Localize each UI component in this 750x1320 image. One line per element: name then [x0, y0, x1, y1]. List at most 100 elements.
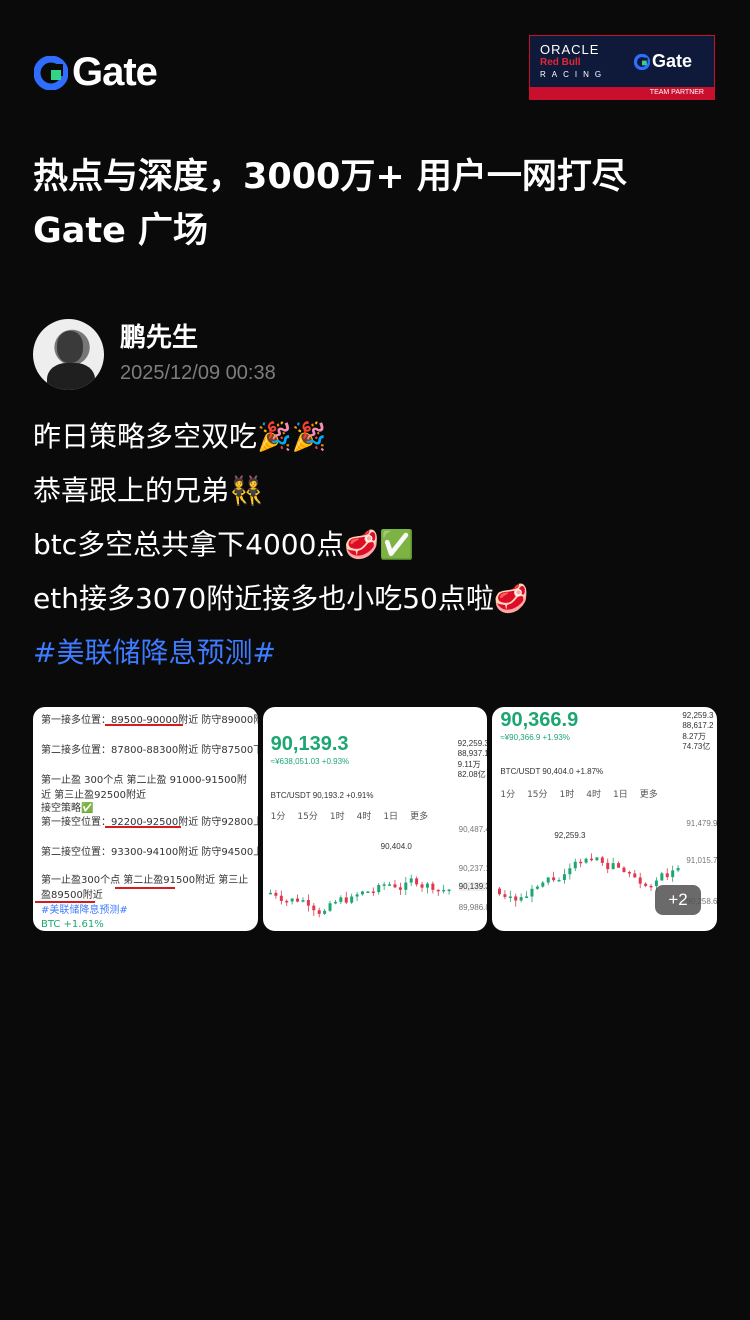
candle-body — [552, 877, 556, 881]
candle-body — [393, 884, 397, 888]
candle-body — [274, 892, 278, 896]
thumb1-btc: BTC +1.61% — [41, 919, 104, 930]
candle-body — [414, 878, 418, 885]
red-underline — [105, 826, 181, 828]
candle-body — [509, 896, 513, 898]
red-underline — [105, 724, 183, 726]
tab: 15分 — [527, 790, 548, 800]
image-thumb-2[interactable]: 90,139.3 ≈¥638,051.03 +0.93% 92,259.3 88… — [262, 707, 488, 931]
red-underline — [35, 901, 95, 903]
red-underline — [115, 887, 175, 889]
candle-body — [519, 897, 523, 901]
candle-body — [530, 888, 534, 897]
thumb1-line: 第二接空位置：93300-94100附近 防守94500上方 — [41, 847, 258, 858]
more-images-badge[interactable]: +2 — [655, 885, 702, 915]
candle-body — [387, 884, 391, 886]
logo-text: Gate — [72, 50, 158, 94]
image-thumb-3[interactable]: 90,366.9 ≈¥90,366.9 +1.93% 92,259.3 88,6… — [492, 707, 718, 931]
thumb2-pair: BTC/USDT 90,193.2 +0.91% — [270, 791, 374, 800]
headline-line1: 热点与深度，3000万+ 用户一网打尽 — [33, 157, 627, 197]
candle-body — [595, 857, 599, 861]
candle-body — [349, 896, 353, 903]
candle-body — [547, 877, 551, 883]
avatar[interactable] — [33, 319, 104, 390]
tab: 1分 — [270, 812, 286, 822]
author-name[interactable]: 鹏先生 — [120, 317, 198, 354]
candle-body — [628, 872, 632, 874]
thumb1-line: 第二接多位置：87800-88300附近 防守87500下方 — [41, 745, 258, 756]
image-gallery: 第一接多位置：89500-90000附近 防守89000附近 第二接多位置：87… — [33, 707, 718, 931]
candle-body — [611, 863, 615, 870]
avatar-body — [47, 363, 95, 390]
candle-body — [420, 884, 424, 888]
thumb1-line: 第一止盈300个点 第二止盈91500附近 第三止盈89500附近 — [41, 875, 249, 901]
avatar-face — [57, 331, 83, 363]
candle-body — [660, 873, 664, 881]
candle-body — [317, 910, 321, 914]
hashtag-link[interactable]: #美联储降息预测# — [33, 626, 529, 680]
headline: 热点与深度，3000万+ 用户一网打尽 Gate 广场 — [33, 150, 723, 258]
gate-logo: Gate — [34, 50, 158, 95]
redbull-text: Red Bull — [540, 57, 581, 68]
thumb3-vol2: 74.73亿 — [682, 742, 711, 751]
candle-body — [344, 897, 348, 903]
racing-text: RACING — [540, 70, 608, 79]
tab: 1分 — [500, 790, 516, 800]
candle-body — [311, 905, 315, 911]
candle-body — [268, 892, 272, 895]
candle-body — [376, 884, 380, 893]
candle-body — [503, 894, 507, 897]
candle-body — [328, 903, 332, 911]
thumb2-axis: 90,487.4 — [458, 825, 488, 834]
thumb3-high: 92,259.3 — [682, 711, 714, 720]
post-date: 2025/12/09 00:38 — [120, 362, 276, 384]
tab: 1日 — [613, 790, 628, 800]
candle-body — [301, 900, 305, 902]
candle-body — [536, 886, 540, 889]
candle-body — [409, 878, 413, 883]
candle-body — [541, 882, 545, 887]
candle-body — [622, 867, 626, 873]
candle-body — [579, 861, 583, 864]
thumb3-tabs: 1分 15分 1时 4时 1日 更多 — [500, 787, 657, 800]
candle-body — [339, 897, 343, 902]
partner-gate-logo: Gate — [634, 51, 692, 72]
thumb2-vol2: 82.08亿 — [457, 770, 486, 779]
candle-body — [447, 889, 451, 892]
candle-body — [436, 889, 440, 892]
thumb3-price: 90,366.9 — [500, 709, 579, 731]
thumb2-sub: ≈¥638,051.03 +0.93% — [270, 757, 350, 766]
candle-body — [644, 883, 648, 886]
candle-body — [557, 880, 561, 882]
oracle-text: ORACLE — [540, 42, 600, 57]
tab: 更多 — [410, 812, 429, 822]
tab: 4时 — [586, 790, 601, 800]
candle-body — [290, 898, 294, 902]
headline-line2: Gate 广场 — [33, 211, 209, 251]
candle-body — [398, 887, 402, 890]
candle-body — [498, 888, 502, 895]
thumb1-hashtag: #美联储降息预测# — [41, 905, 128, 916]
tab: 4时 — [356, 812, 372, 822]
candle-body — [649, 885, 653, 888]
candle-body — [403, 882, 407, 890]
image-thumb-1[interactable]: 第一接多位置：89500-90000附近 防守89000附近 第二接多位置：87… — [33, 707, 258, 931]
thumb1-line: 第一止盈 300个点 第二止盈 91000-91500附近 第三止盈92500附… — [41, 775, 247, 801]
tab: 1日 — [383, 812, 399, 822]
thumb1-line: 接空策略✅ — [41, 803, 94, 814]
post-line: eth接多3070附近接多也小吃50点啦🥩 — [33, 582, 529, 615]
thumb3-low: 88,617.2 — [682, 721, 714, 730]
tab: 1时 — [329, 812, 345, 822]
post-line: btc多空总共拿下4000点🥩✅ — [33, 528, 415, 561]
partner-badge[interactable]: ORACLE Red Bull RACING Gate TEAM PARTNER — [529, 35, 715, 100]
candle-body — [563, 874, 567, 881]
candle-body — [666, 873, 670, 878]
thumb2-candles — [268, 874, 451, 918]
post-line: 昨日策略多空双吃🎉🎉 — [33, 420, 327, 453]
thumb3-sub: ≈¥90,366.9 +1.93% — [500, 733, 570, 742]
candle-body — [584, 858, 588, 863]
candle-body — [425, 883, 429, 888]
post-content: 昨日策略多空双吃🎉🎉 恭喜跟上的兄弟👯 btc多空总共拿下4000点🥩✅ eth… — [33, 410, 529, 680]
candle-body — [568, 868, 572, 875]
team-partner-bar: TEAM PARTNER — [530, 87, 714, 99]
